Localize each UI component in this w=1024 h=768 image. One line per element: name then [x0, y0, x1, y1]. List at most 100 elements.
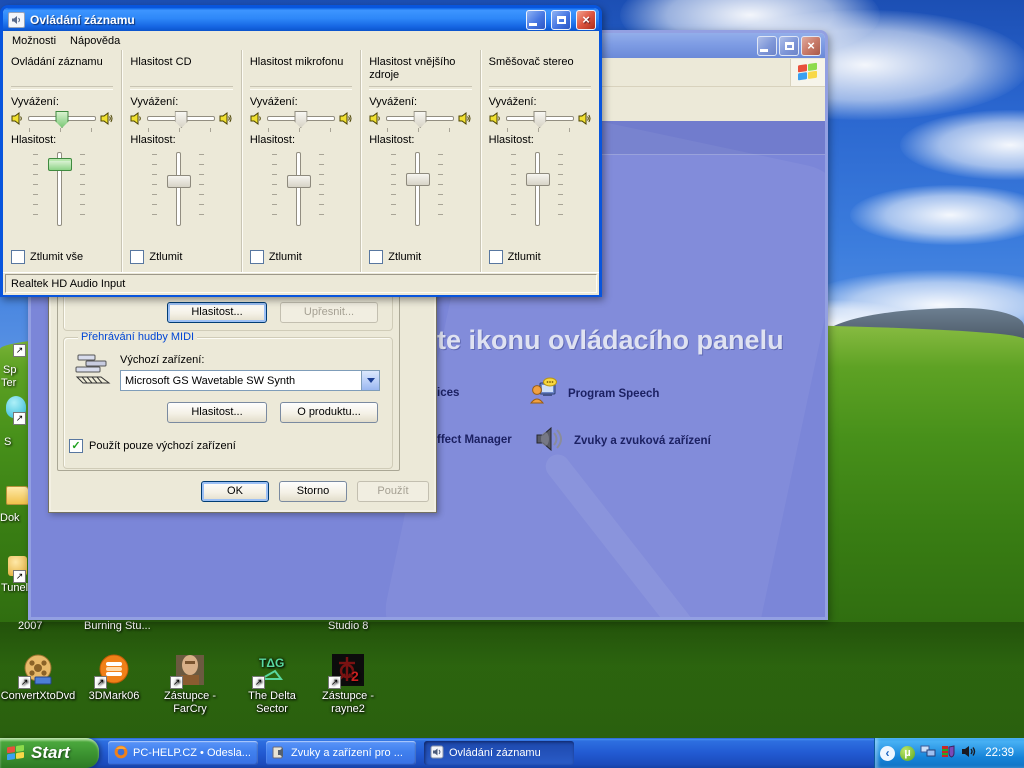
taskbar-task-firefox[interactable]: PC-HELP.CZ • Odesla...	[108, 741, 258, 765]
maximize-button[interactable]	[551, 9, 571, 30]
recording-menubar: Možnosti Nápověda	[3, 31, 599, 50]
balance-track[interactable]	[386, 111, 455, 128]
balance-slider[interactable]	[250, 111, 352, 128]
mute-checkbox[interactable]	[249, 250, 264, 264]
volume-slider[interactable]	[31, 152, 87, 226]
balance-thumb[interactable]	[533, 111, 547, 128]
volume-track[interactable]	[415, 152, 421, 226]
balance-slider[interactable]	[130, 111, 232, 128]
apply-button[interactable]: Použít	[357, 481, 429, 502]
mute-row[interactable]: Ztlumit	[488, 250, 541, 264]
cp-item-truncated-1[interactable]: ices	[437, 387, 459, 399]
menu-item-help[interactable]: Nápověda	[63, 33, 127, 49]
start-button[interactable]: Start	[0, 738, 99, 768]
volume-track[interactable]	[534, 152, 540, 226]
cp-item-label: Program Speech	[568, 387, 660, 400]
volume-slider[interactable]	[270, 152, 326, 226]
utorrent-icon[interactable]: µ	[900, 745, 915, 761]
desktop-icon-delta-sector[interactable]: TΔG ↗ The Delta Sector	[234, 653, 310, 716]
mute-row[interactable]: Ztlumit	[130, 250, 182, 264]
minimize-button[interactable]	[526, 9, 546, 30]
mute-checkbox[interactable]	[488, 250, 503, 264]
tray-clock[interactable]: 22:39	[985, 747, 1024, 759]
balance-label: Vyvážení:	[11, 96, 59, 108]
volume-thumb[interactable]	[525, 173, 550, 187]
default-only-row[interactable]: ✓ Použít pouze výchozí zařízení	[69, 439, 236, 453]
midi-about-button[interactable]: O produktu...	[280, 402, 378, 423]
mixer-channel: Hlasitost vnějšího zdroje Vyvážení: Hlas…	[360, 50, 479, 272]
cp-item-sounds-devices[interactable]: Zvuky a zvuková zařízení	[533, 423, 711, 458]
maximize-button[interactable]	[779, 35, 799, 56]
hide-icons-chevron[interactable]: ‹	[880, 745, 895, 761]
recording-titlebar[interactable]: Ovládání záznamu ×	[3, 8, 599, 31]
shortcut-arrow-icon[interactable]: ↗	[13, 412, 26, 425]
menu-item-options[interactable]: Možnosti	[5, 33, 63, 49]
partial-icon-label[interactable]: Tunel	[1, 582, 28, 594]
volume-track[interactable]	[295, 152, 301, 226]
mute-row[interactable]: Ztlumit	[369, 250, 421, 264]
balance-track[interactable]	[28, 111, 96, 128]
security-icon[interactable]	[941, 744, 956, 762]
volume-track[interactable]	[176, 152, 182, 226]
close-button[interactable]: ×	[576, 9, 596, 30]
channel-title: Hlasitost CD	[130, 56, 192, 68]
desktop-icon-convertxtodvd[interactable]: ↗ ConvertXtoDvd	[0, 653, 76, 703]
balance-thumb[interactable]	[174, 111, 188, 128]
balance-slider[interactable]	[369, 111, 471, 128]
taskbar-task-recording[interactable]: Ovládání záznamu	[424, 741, 574, 765]
volume-icon[interactable]	[961, 744, 976, 762]
volume-slider[interactable]	[389, 152, 445, 226]
playback-advanced-button[interactable]: Upřesnit...	[280, 302, 378, 323]
balance-thumb[interactable]	[413, 111, 427, 128]
desktop-icon-rayne2[interactable]: 2 ↗ Zástupce - rayne2	[310, 653, 386, 716]
desktop-icon-label: Zástupce -	[164, 690, 216, 702]
mute-checkbox[interactable]	[130, 250, 145, 264]
partial-icon-label[interactable]: 2007	[18, 620, 42, 632]
balance-thumb[interactable]	[294, 111, 308, 128]
mute-row[interactable]: Ztlumit vše	[11, 250, 83, 264]
chevron-down-icon[interactable]	[361, 371, 379, 390]
midi-volume-button[interactable]: Hlasitost...	[167, 402, 267, 423]
midi-device-combobox[interactable]: Microsoft GS Wavetable SW Synth	[120, 370, 380, 391]
partial-icon-label[interactable]: Dok	[0, 512, 20, 524]
balance-track[interactable]	[266, 111, 335, 128]
ok-button[interactable]: OK	[201, 481, 269, 502]
balance-track[interactable]	[147, 111, 216, 128]
mute-checkbox[interactable]	[11, 250, 25, 264]
separator	[369, 86, 472, 90]
cp-item-program-speech[interactable]: Program Speech	[529, 377, 659, 410]
cp-item-truncated-2[interactable]: ffect Manager	[437, 434, 512, 446]
volume-slider[interactable]	[509, 152, 565, 226]
default-only-checkbox[interactable]: ✓	[69, 439, 83, 453]
shortcut-arrow-icon: ↗	[94, 676, 107, 689]
partial-icon-label[interactable]: Studio 8	[328, 620, 368, 632]
taskbar-task-sounds[interactable]: Zvuky a zařízení pro ...	[266, 741, 416, 765]
desktop-icon-farcry[interactable]: ↗ Zástupce - FarCry	[152, 653, 228, 716]
folder-icon[interactable]	[6, 486, 29, 505]
balance-slider[interactable]	[11, 111, 113, 128]
volume-thumb[interactable]	[167, 174, 192, 188]
network-icon[interactable]	[920, 744, 936, 762]
volume-thumb[interactable]	[286, 174, 311, 188]
close-button[interactable]: ×	[801, 35, 821, 56]
balance-track[interactable]	[505, 111, 574, 128]
partial-icon-label[interactable]: S	[4, 436, 11, 448]
volume-thumb[interactable]	[406, 173, 431, 187]
desktop-icon-3dmark06[interactable]: ↗ 3DMark06	[76, 653, 152, 703]
balance-slider[interactable]	[489, 111, 591, 128]
cancel-button[interactable]: Storno	[279, 481, 347, 502]
volume-mixer-icon	[8, 11, 25, 28]
volume-slider[interactable]	[150, 152, 206, 226]
mute-checkbox[interactable]	[369, 250, 384, 264]
balance-thumb[interactable]	[55, 111, 69, 128]
volume-thumb[interactable]	[48, 157, 72, 171]
minimize-button[interactable]	[757, 35, 777, 56]
playback-volume-button[interactable]: Hlasitost...	[167, 302, 267, 323]
audio-properties-dialog: Hlasitost... Upřesnit... Přehrávání hudb…	[48, 241, 437, 513]
delta-sector-icon: TΔG ↗	[252, 653, 289, 689]
mute-row[interactable]: Ztlumit	[249, 250, 302, 264]
partial-icon-label[interactable]: Burning Stu...	[84, 620, 151, 632]
partial-icon-label[interactable]: Ter	[1, 377, 16, 389]
partial-icon-label[interactable]: Sp	[3, 364, 16, 376]
shortcut-arrow-icon[interactable]: ↗	[13, 344, 26, 357]
